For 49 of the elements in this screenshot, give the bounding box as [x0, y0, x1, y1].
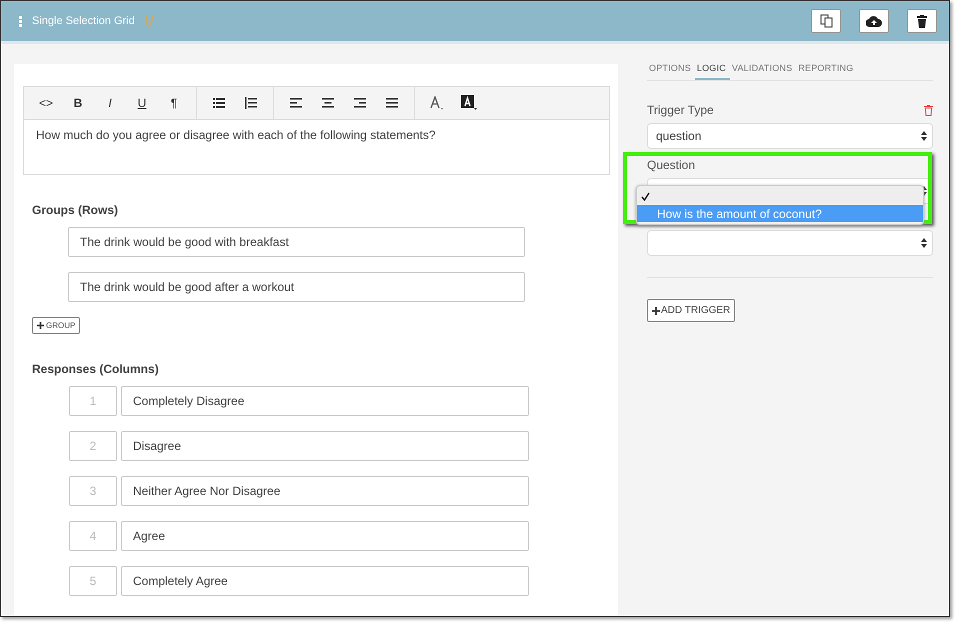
question-text: How much do you agree or disagree with each of the following statements?: [35, 127, 437, 144]
upload-button[interactable]: [859, 9, 889, 33]
rich-text-editor[interactable]: <> B I U ¶ How much do you agree or disagree with each of the following statements?: [23, 86, 610, 175]
code-view-button[interactable]: <>: [30, 89, 62, 117]
add-trigger-button[interactable]: ADD TRIGGER: [647, 299, 736, 322]
bullet-list-icon: [213, 98, 225, 108]
tab[interactable]: VALIDATIONS: [730, 57, 796, 80]
align-right-icon: [354, 98, 366, 108]
row-input[interactable]: The drink would be good with breakfast: [68, 227, 525, 257]
select-arrows-icon: [921, 130, 927, 142]
column-input[interactable]: Disagree: [121, 431, 529, 461]
justify-icon: [386, 98, 398, 108]
plus-icon: [37, 322, 44, 329]
paragraph-button[interactable]: ¶: [158, 89, 190, 117]
numbered-list-icon: [245, 97, 257, 109]
row-input[interactable]: The drink would be good after a workout: [68, 272, 525, 302]
section-heading: Responses (Columns): [32, 362, 160, 376]
column-input[interactable]: Neither Agree Nor Disagree: [121, 476, 529, 506]
trigger-type-select[interactable]: question: [647, 123, 933, 149]
font-color-icon: [429, 96, 445, 110]
tab[interactable]: REPORTING: [796, 57, 858, 80]
field-label: Question: [647, 158, 696, 172]
tab[interactable]: LOGIC: [694, 57, 730, 80]
italic-button[interactable]: I: [94, 89, 126, 117]
cloud-upload-icon: [866, 16, 882, 26]
select-arrows-icon: [921, 185, 927, 197]
plus-icon: [652, 306, 660, 314]
tab[interactable]: OPTIONS: [647, 57, 695, 80]
section-heading: Groups (Rows): [32, 203, 119, 217]
align-left-icon: [290, 98, 302, 108]
delete-button[interactable]: [907, 9, 937, 33]
underline-button[interactable]: U: [126, 89, 158, 117]
check-icon: [641, 192, 650, 201]
bold-button[interactable]: B: [62, 89, 94, 117]
copy-button[interactable]: [811, 9, 841, 33]
add-group-button[interactable]: GROUP: [32, 317, 80, 334]
column-input[interactable]: Agree: [121, 521, 529, 551]
column-input[interactable]: Completely Agree: [121, 566, 529, 596]
highlight-color-icon: [461, 95, 477, 111]
branch-icon: [144, 15, 154, 27]
question-title: Single Selection Grid: [32, 15, 135, 27]
column-input[interactable]: Completely Disagree: [121, 386, 529, 416]
trash-icon: [917, 14, 927, 28]
delete-icon[interactable]: [924, 104, 933, 116]
field-label: Trigger Type: [647, 103, 714, 117]
more-menu-icon[interactable]: [19, 16, 22, 26]
select-arrows-icon: [921, 237, 927, 249]
align-center-icon: [322, 98, 334, 108]
copy-icon: [820, 14, 832, 28]
